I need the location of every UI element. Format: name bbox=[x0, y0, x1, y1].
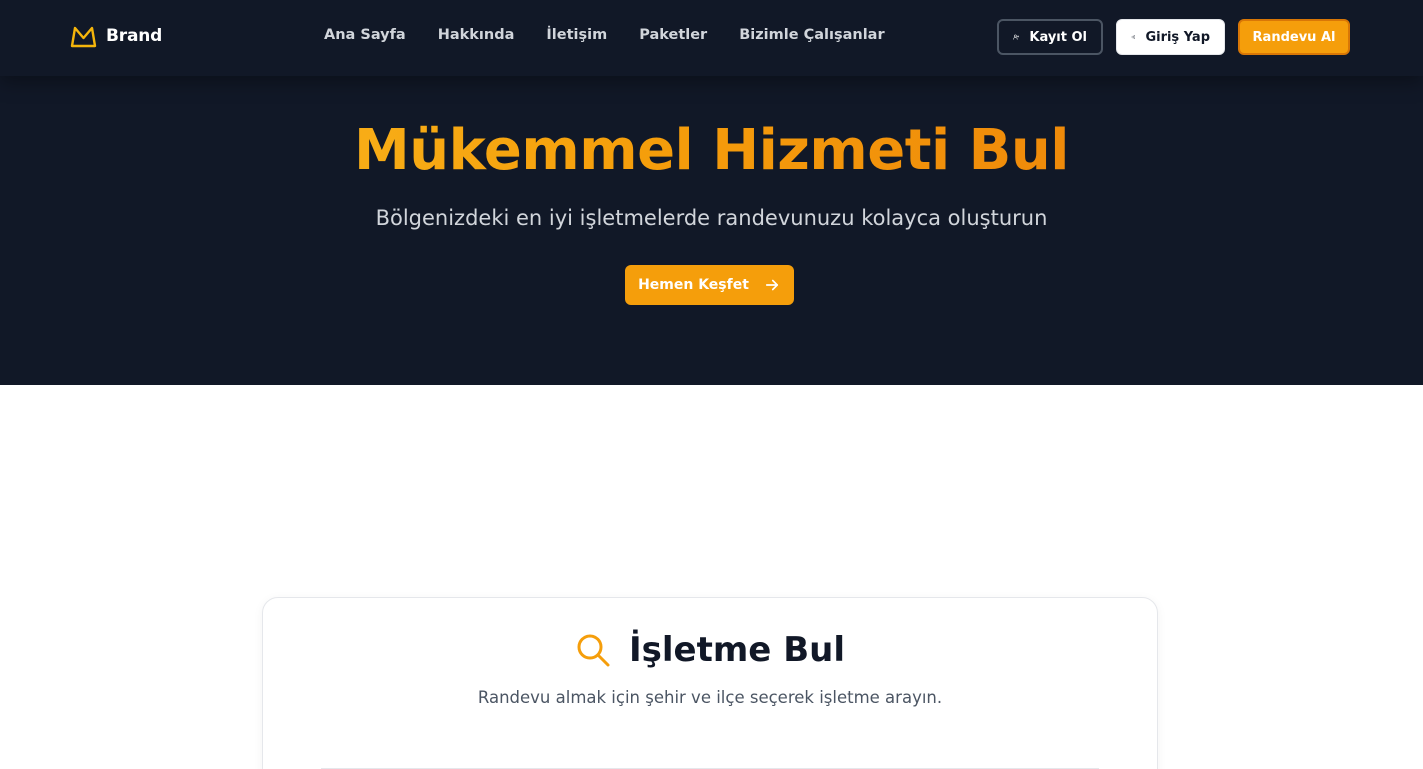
card-subtitle: Randevu almak için şehir ve ilçe seçerek… bbox=[477, 688, 943, 707]
card-title-row: İşletme Bul bbox=[263, 630, 1157, 670]
explore-button-label: Hemen Keşfet bbox=[638, 277, 749, 293]
nav-link-about[interactable]: Hakkında bbox=[438, 27, 515, 43]
arrow-right-icon bbox=[765, 279, 778, 291]
login-button[interactable]: Giriş Yap bbox=[1116, 19, 1225, 55]
brand-name: Brand bbox=[106, 26, 163, 46]
search-icon bbox=[577, 634, 610, 667]
nav-link-packages[interactable]: Paketler bbox=[639, 27, 707, 43]
nav-link-partners[interactable]: Bizimle Çalışanlar bbox=[739, 27, 884, 43]
main-nav: Ana Sayfa Hakkında İletişim Paketler Biz… bbox=[324, 27, 917, 43]
nav-link-contact[interactable]: İletişim bbox=[546, 27, 607, 43]
page: Brand Ana Sayfa Hakkında İletişim Paketl… bbox=[0, 0, 1423, 769]
card-title: İşletme Bul bbox=[629, 630, 845, 670]
hero-section: Mükemmel Hizmeti Bul Bölgenizdeki en iyi… bbox=[0, 76, 1423, 385]
appointment-button[interactable]: Randevu Al bbox=[1238, 19, 1350, 55]
navbar: Brand Ana Sayfa Hakkında İletişim Paketl… bbox=[0, 0, 1423, 76]
hero-title: Mükemmel Hizmeti Bul bbox=[0, 118, 1423, 183]
explore-button[interactable]: Hemen Keşfet bbox=[625, 265, 794, 305]
login-button-label: Giriş Yap bbox=[1145, 29, 1210, 45]
crown-icon bbox=[70, 26, 97, 48]
brand-link[interactable]: Brand bbox=[70, 24, 162, 48]
register-button[interactable]: Kayıt Ol bbox=[997, 19, 1103, 55]
business-search-card: İşletme Bul Randevu almak için şehir ve … bbox=[262, 597, 1158, 769]
hero-subtitle: Bölgenizdeki en iyi işletmelerde randevu… bbox=[375, 206, 1048, 230]
user-plus-icon bbox=[1013, 34, 1020, 40]
register-button-label: Kayıt Ol bbox=[1029, 29, 1087, 45]
nav-link-home[interactable]: Ana Sayfa bbox=[324, 27, 406, 43]
nav-actions: Kayıt Ol Giriş Yap Randevu Al bbox=[997, 19, 1350, 55]
login-icon bbox=[1131, 35, 1136, 39]
